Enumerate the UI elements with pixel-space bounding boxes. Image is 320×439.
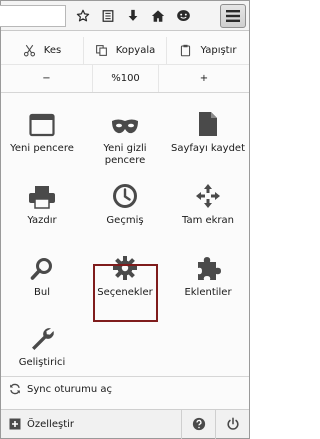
private-window-label: Yeni gizli pencere (103, 143, 147, 166)
edit-controls: Kes Kopyala Yapıştır (1, 37, 249, 65)
puzzle-piece-icon (198, 257, 221, 280)
zoom-out-button[interactable]: − (1, 65, 93, 92)
toolbar (0, 1, 249, 31)
addons-button[interactable]: Eklentiler (167, 245, 249, 315)
copy-button[interactable]: Kopyala (84, 37, 167, 64)
new-window-button[interactable]: Yeni pencere (1, 101, 83, 171)
page-save-icon (199, 112, 217, 136)
sync-icon (10, 383, 20, 395)
fullscreen-label: Tam ekran (181, 215, 235, 226)
cut-label: Kes (43, 45, 62, 56)
customize-button[interactable]: Özelleştir (1, 418, 181, 430)
developer-label: Geliştirici (18, 357, 66, 368)
download-arrow-icon[interactable] (123, 6, 143, 26)
copy-label: Kopyala (115, 45, 156, 56)
mask-icon (112, 119, 138, 134)
window-icon (29, 113, 55, 137)
magnifier-icon (30, 258, 52, 280)
search-field-edge[interactable] (0, 5, 66, 27)
fullscreen-button[interactable]: Tam ekran (167, 173, 249, 243)
options-highlight-box (93, 264, 158, 322)
find-button[interactable]: Bul (1, 245, 83, 315)
sync-label: Sync oturumu aç (27, 383, 112, 395)
clipboard-icon (181, 44, 191, 57)
customize-label: Özelleştir (27, 418, 75, 430)
printer-icon (29, 186, 55, 209)
save-page-button[interactable]: Sayfayı kaydet (167, 101, 249, 171)
sync-signin-button[interactable]: Sync oturumu aç (1, 376, 249, 401)
main-menu-panel: Kes Kopyala Yapıştır − %100 + Yeni pence… (1, 31, 249, 439)
find-label: Bul (34, 287, 50, 298)
save-page-label: Sayfayı kaydet (171, 143, 245, 154)
print-button[interactable]: Yazdır (1, 173, 83, 243)
quit-button[interactable] (215, 409, 249, 439)
power-icon (226, 417, 239, 430)
hamburger-icon (226, 10, 240, 22)
help-button[interactable] (181, 409, 215, 439)
zoom-reset-button[interactable]: %100 (93, 65, 159, 92)
new-window-label: Yeni pencere (10, 143, 74, 154)
zoom-in-label: + (199, 73, 209, 84)
menu-grid: Yeni pencere Yeni gizli pencere Sayfayı … (1, 93, 249, 376)
clock-icon (113, 184, 137, 208)
cut-button[interactable]: Kes (1, 37, 84, 64)
zoom-level: %100 (111, 73, 140, 84)
scissors-icon (23, 44, 35, 57)
fullscreen-arrows-icon (196, 184, 220, 208)
zoom-out-label: − (42, 73, 51, 84)
hello-chat-icon[interactable] (173, 6, 193, 26)
private-window-button[interactable]: Yeni gizli pencere (84, 101, 166, 171)
home-icon[interactable] (148, 6, 168, 26)
bookmarks-list-icon[interactable] (98, 6, 118, 26)
zoom-controls: − %100 + (1, 65, 249, 93)
print-label: Yazdır (27, 215, 57, 226)
addons-label: Eklentiler (184, 287, 232, 298)
wrench-icon (32, 328, 54, 350)
paste-button[interactable]: Yapıştır (167, 37, 249, 64)
hamburger-menu-button[interactable] (220, 4, 246, 28)
history-label: Geçmiş (106, 215, 144, 226)
history-button[interactable]: Geçmiş (84, 173, 166, 243)
menu-footer: Özelleştir (1, 409, 249, 439)
help-icon (192, 417, 205, 431)
developer-button[interactable]: Geliştirici (1, 315, 83, 385)
copy-icon (95, 45, 107, 56)
bookmark-star-icon[interactable] (73, 6, 93, 26)
paste-label: Yapıştır (200, 45, 237, 56)
customize-plus-icon (9, 418, 21, 430)
zoom-in-button[interactable]: + (159, 65, 249, 92)
